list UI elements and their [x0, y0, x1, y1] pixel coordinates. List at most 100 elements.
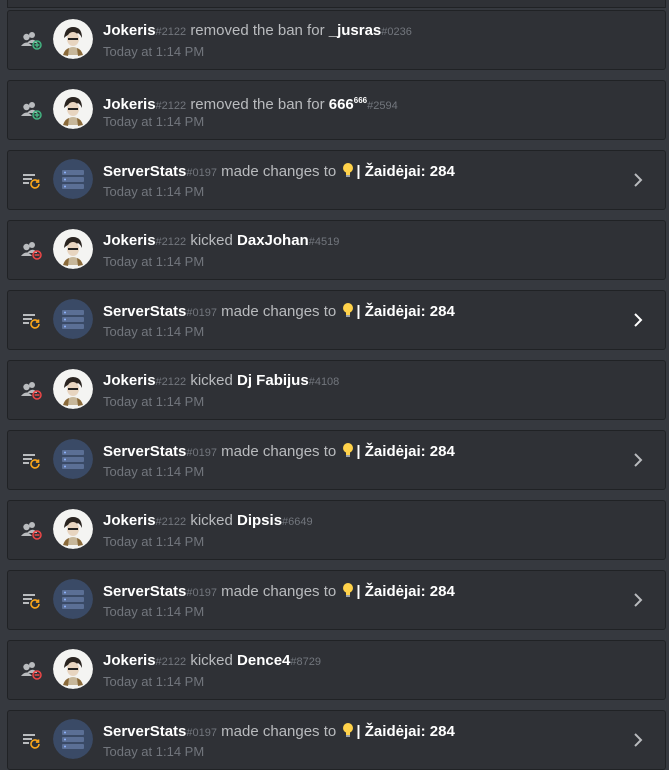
audit-log-entry[interactable]: Jokeris#2122 kicked Dipsis#6649 Today at … — [7, 500, 666, 560]
chevron-right-icon[interactable] — [633, 172, 643, 188]
entry-timestamp: Today at 1:14 PM — [103, 534, 205, 549]
actor-name: ServerStats — [103, 303, 187, 320]
audit-log-entry[interactable]: Jokeris#2122 removed the ban for _jusras… — [7, 10, 666, 70]
actor-name: Jokeris — [103, 652, 156, 669]
actor-name: Jokeris — [103, 22, 156, 39]
actor-discriminator: #2122 — [155, 100, 187, 112]
target-name: _jusras — [328, 22, 382, 39]
server-update-icon — [18, 727, 44, 753]
target-name: Dence4 — [237, 652, 291, 669]
entry-summary: Jokeris#2122 kicked DaxJohan#4519 — [103, 232, 339, 251]
chevron-right-icon[interactable] — [633, 452, 643, 468]
target-discriminator: #0236 — [381, 26, 412, 38]
jokeris-avatar — [53, 369, 93, 409]
member-kick-icon — [18, 237, 44, 263]
lightbulb-icon — [341, 582, 355, 598]
actor-name: Jokeris — [103, 96, 156, 113]
action-text: kicked — [190, 652, 233, 669]
entry-summary: Jokeris#2122 removed the ban for _jusras… — [103, 22, 412, 41]
lightbulb-icon — [341, 722, 355, 738]
target-name: | Žaidėjai: 284 — [356, 443, 455, 460]
serverstats-avatar — [53, 159, 93, 199]
member-unban-icon — [18, 97, 44, 123]
entry-summary: Jokeris#2122 removed the ban for 666666#… — [103, 92, 398, 115]
actor-discriminator: #2122 — [155, 516, 187, 528]
actor-name: Jokeris — [103, 232, 156, 249]
action-text: kicked — [190, 512, 233, 529]
actor-discriminator: #0197 — [186, 587, 217, 599]
target-superscript: 666 — [353, 96, 368, 105]
server-update-icon — [18, 307, 44, 333]
serverstats-avatar — [53, 579, 93, 619]
serverstats-avatar — [53, 439, 93, 479]
target-name: | Žaidėjai: 284 — [356, 303, 455, 320]
lightbulb-icon — [341, 442, 355, 458]
audit-log-entry[interactable]: ServerStats#0197 made changes to | Žaidė… — [7, 290, 666, 350]
actor-discriminator: #2122 — [155, 236, 187, 248]
action-text: made changes to — [221, 163, 337, 180]
target-name: Dipsis — [237, 512, 283, 529]
actor-discriminator: #2122 — [155, 376, 187, 388]
chevron-right-icon[interactable] — [633, 312, 643, 328]
action-text: made changes to — [221, 723, 337, 740]
actor-name: ServerStats — [103, 443, 187, 460]
target-discriminator: #2594 — [367, 100, 398, 112]
action-text: made changes to — [221, 443, 337, 460]
actor-name: ServerStats — [103, 163, 187, 180]
entry-summary: Jokeris#2122 kicked Dence4#8729 — [103, 652, 321, 671]
target-discriminator: #4519 — [308, 236, 340, 248]
action-text: made changes to — [221, 583, 337, 600]
jokeris-avatar — [53, 229, 93, 269]
entry-timestamp: Today at 1:14 PM — [103, 744, 205, 759]
member-kick-icon — [18, 657, 44, 683]
target-name: | Žaidėjai: 284 — [356, 723, 455, 740]
member-unban-icon — [18, 27, 44, 53]
list-top-edge — [7, 0, 666, 8]
entry-summary: ServerStats#0197 made changes to | Žaidė… — [103, 162, 455, 182]
jokeris-avatar — [53, 89, 93, 129]
actor-discriminator: #0197 — [186, 727, 217, 739]
audit-log-entry[interactable]: Jokeris#2122 removed the ban for 666666#… — [7, 80, 666, 140]
actor-discriminator: #0197 — [186, 307, 217, 319]
action-text: removed the ban for — [190, 22, 325, 39]
entry-summary: ServerStats#0197 made changes to | Žaidė… — [103, 582, 455, 602]
audit-log-entry[interactable]: Jokeris#2122 kicked Dj Fabijus#4108 Today… — [7, 360, 666, 420]
audit-log-entry[interactable]: ServerStats#0197 made changes to | Žaidė… — [7, 150, 666, 210]
target-name: | Žaidėjai: 284 — [356, 163, 455, 180]
entry-timestamp: Today at 1:14 PM — [103, 464, 205, 479]
audit-log-entry[interactable]: Jokeris#2122 kicked Dence4#8729 Today at … — [7, 640, 666, 700]
jokeris-avatar — [53, 19, 93, 59]
audit-log-entry[interactable]: ServerStats#0197 made changes to | Žaidė… — [7, 430, 666, 490]
target-name: | Žaidėjai: 284 — [356, 583, 455, 600]
serverstats-avatar — [53, 299, 93, 339]
target-name: 666 — [328, 96, 354, 113]
entry-timestamp: Today at 1:14 PM — [103, 324, 205, 339]
target-discriminator: #6649 — [282, 516, 313, 528]
audit-log-entry[interactable]: Jokeris#2122 kicked DaxJohan#4519 Today a… — [7, 220, 666, 280]
server-update-icon — [18, 587, 44, 613]
member-kick-icon — [18, 377, 44, 403]
target-discriminator: #8729 — [290, 656, 321, 668]
audit-log-entry[interactable]: ServerStats#0197 made changes to | Žaidė… — [7, 710, 666, 770]
actor-name: ServerStats — [103, 723, 187, 740]
entry-timestamp: Today at 1:14 PM — [103, 184, 205, 199]
action-text: removed the ban for — [190, 96, 325, 113]
member-kick-icon — [18, 517, 44, 543]
lightbulb-icon — [341, 302, 355, 318]
entry-timestamp: Today at 1:14 PM — [103, 674, 205, 689]
entry-timestamp: Today at 1:14 PM — [103, 394, 205, 409]
entry-timestamp: Today at 1:14 PM — [103, 254, 205, 269]
chevron-right-icon[interactable] — [633, 592, 643, 608]
server-update-icon — [18, 447, 44, 473]
chevron-right-icon[interactable] — [633, 732, 643, 748]
actor-discriminator: #0197 — [186, 447, 217, 459]
action-text: kicked — [190, 372, 233, 389]
audit-log-entry[interactable]: ServerStats#0197 made changes to | Žaidė… — [7, 570, 666, 630]
actor-name: Jokeris — [103, 372, 156, 389]
entry-summary: ServerStats#0197 made changes to | Žaidė… — [103, 442, 455, 462]
actor-discriminator: #0197 — [186, 167, 217, 179]
entry-summary: ServerStats#0197 made changes to | Žaidė… — [103, 302, 455, 322]
target-name: Dj Fabijus — [237, 372, 309, 389]
jokeris-avatar — [53, 509, 93, 549]
target-discriminator: #4108 — [308, 376, 340, 388]
